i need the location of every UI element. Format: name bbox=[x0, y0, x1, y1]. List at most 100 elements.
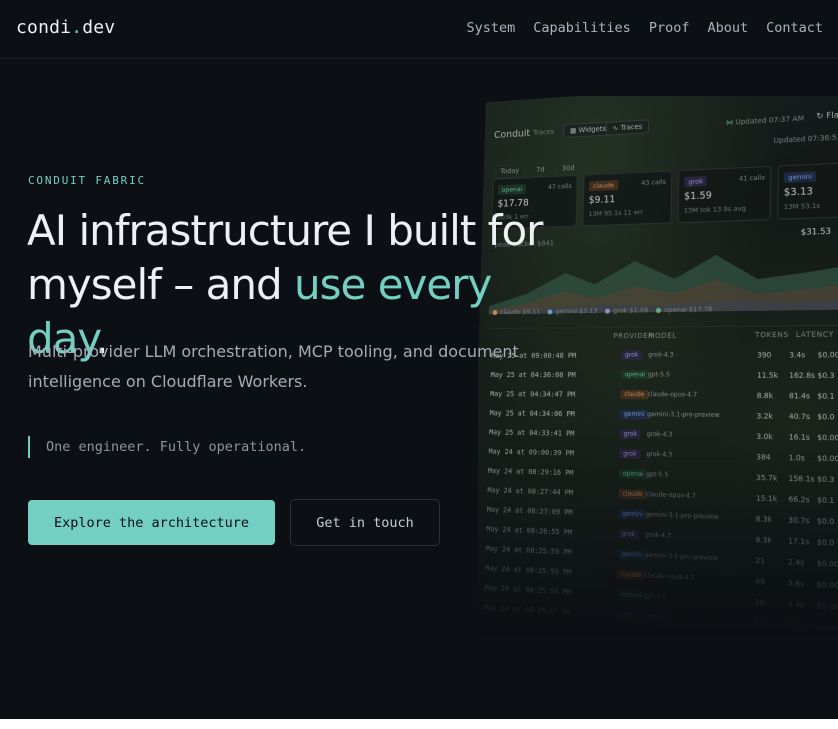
legend-swatch bbox=[605, 308, 610, 313]
provider-badge: gemini bbox=[784, 171, 816, 183]
trace-provider: gemini bbox=[617, 549, 646, 560]
trace-tokens: 11.5k bbox=[757, 371, 778, 380]
trace-tokens: 8.8k bbox=[757, 392, 773, 401]
trace-model: claude-opus-4.7 bbox=[646, 491, 696, 500]
card-subtext: 13M 95.1s 11 err bbox=[588, 208, 643, 218]
trace-cost: $0.000 bbox=[818, 351, 838, 360]
card-subtext: 13M tok 13.9s avg bbox=[684, 204, 746, 215]
trace-latency: 3.6s bbox=[788, 579, 804, 589]
trace-timestamp: May 25 at 04:34:06 PM bbox=[490, 409, 575, 418]
trace-tokens: 15.1k bbox=[756, 494, 777, 503]
trace-provider: gemini bbox=[620, 410, 649, 420]
updated-text: Updated 07:37 AM bbox=[735, 114, 804, 126]
trace-cost: $0.0 bbox=[817, 517, 834, 526]
trace-cost: $0.000 bbox=[817, 454, 838, 463]
trace-model: gemini-3.1-pro-preview bbox=[647, 411, 720, 419]
trace-latency: 158.1s bbox=[788, 474, 814, 483]
range-30d: 30d bbox=[556, 161, 581, 176]
trace-model: gpt-5.5 bbox=[644, 592, 667, 601]
trace-model: gpt-5.5 bbox=[646, 471, 668, 479]
trace-tokens: 8.3k bbox=[756, 515, 772, 524]
trace-provider: claude bbox=[620, 390, 648, 400]
get-in-touch-button[interactable]: Get in touch bbox=[290, 499, 440, 546]
trace-tokens: 30 bbox=[755, 619, 765, 628]
trace-latency: 81.4s bbox=[789, 392, 810, 401]
trace-latency: 40.7s bbox=[789, 412, 810, 421]
logo-name: condi bbox=[16, 17, 71, 38]
col-model: MODEL bbox=[648, 332, 676, 341]
range-today: Today bbox=[495, 164, 525, 179]
trace-tokens: 26 bbox=[755, 598, 765, 607]
trace-model: grok-4.3 bbox=[645, 531, 671, 540]
trace-timestamp: May 24 at 08:27:09 PM bbox=[487, 506, 573, 517]
trace-provider: openai bbox=[619, 469, 648, 479]
trace-timestamp: May 24 at 08:25:59 PM bbox=[485, 564, 571, 577]
nav-link-proof[interactable]: Proof bbox=[649, 20, 690, 36]
traces-tab-label: Traces bbox=[620, 123, 642, 132]
card-calls: 41 calls bbox=[739, 173, 765, 182]
trace-timestamp: May 25 at 04:33:41 PM bbox=[489, 428, 574, 438]
trace-latency: 162.8s bbox=[789, 371, 815, 380]
trace-cost: $0.0 bbox=[817, 413, 834, 422]
card-amount: $3.13 bbox=[784, 186, 813, 199]
trace-row: May 25 at 04:36:08 PM openai gpt-5.5 11.5k 1… bbox=[487, 367, 838, 388]
traces-table-body: May 25 at 09:00:48 PM grok grok-4.3 390 3.4s… bbox=[480, 346, 838, 643]
trace-model: grok-4.3 bbox=[647, 431, 673, 439]
trace-tokens: 35.7k bbox=[756, 474, 777, 483]
nav-link-contact[interactable]: Contact bbox=[766, 20, 823, 36]
trace-tokens: 3.0k bbox=[756, 432, 772, 441]
trace-model: gemini-3.1-pro-preview bbox=[645, 511, 718, 521]
site-logo[interactable]: condi.dev bbox=[16, 17, 115, 38]
provider-card: claude 43 calls $9.11 13M 95.1s 11 err bbox=[582, 170, 672, 226]
card-calls: 43 calls bbox=[641, 178, 666, 187]
trace-latency: 1.0s bbox=[788, 621, 804, 631]
nav-link-capabilities[interactable]: Capabilities bbox=[533, 20, 631, 36]
provider-badge: openai bbox=[498, 184, 526, 195]
trace-latency: 17.1s bbox=[788, 537, 809, 547]
provider-card: gemini $3.13 13M 53.1s bbox=[777, 161, 838, 220]
refresh-icon: ↻ bbox=[816, 111, 823, 121]
dashboard-traces-label: Traces bbox=[533, 128, 554, 137]
col-latency: LATENCY bbox=[796, 330, 834, 339]
trace-provider: grok bbox=[619, 429, 641, 439]
trace-model: claude-opus-4.7 bbox=[647, 391, 697, 399]
dashboard-flat: ↻ Flat bbox=[816, 110, 838, 121]
provider-badge: claude bbox=[589, 180, 618, 191]
trace-cost: $0.004 bbox=[817, 433, 838, 442]
trace-timestamp: May 24 at 08:27:44 PM bbox=[487, 486, 573, 497]
card-subtext: 13M 53.1s bbox=[784, 201, 820, 211]
trace-model: grok-4.3 bbox=[644, 613, 670, 622]
trace-cost: $0.3 bbox=[817, 475, 834, 484]
trace-tokens: 3.2k bbox=[757, 412, 773, 421]
page: condi.dev System Capabilities Proof Abou… bbox=[0, 0, 838, 719]
card-amount: $1.59 bbox=[684, 190, 712, 202]
trace-cost: $0.1 bbox=[817, 392, 834, 401]
dashboard-preview: Conduit Traces ▦ Widgets ∿ Traces ⋈ Upda… bbox=[478, 96, 838, 636]
trace-tokens: 384 bbox=[756, 453, 770, 462]
nav-link-system[interactable]: System bbox=[466, 20, 515, 36]
top-nav: condi.dev System Capabilities Proof Abou… bbox=[0, 0, 838, 59]
dashboard-updated: ⋈ Updated 07:37 AM bbox=[726, 114, 804, 127]
nav-link-about[interactable]: About bbox=[707, 20, 748, 36]
trace-cost: $0.000 bbox=[817, 559, 838, 569]
trace-timestamp: May 24 at 08:26:55 PM bbox=[486, 525, 572, 537]
trace-model: gpt-5.5 bbox=[648, 371, 670, 378]
trace-model: gemini-3.1-pro-preview bbox=[645, 552, 718, 563]
trace-tokens: 21 bbox=[755, 556, 765, 565]
nav-links: System Capabilities Proof About Contact bbox=[466, 20, 823, 36]
trace-latency: 2.4s bbox=[788, 558, 804, 568]
trace-timestamp: May 24 at 08:25:59 PM bbox=[486, 545, 572, 557]
trace-provider: claude bbox=[617, 569, 646, 580]
trace-timestamp: May 24 at 08:25:57 PM bbox=[484, 603, 570, 617]
provider-badge: grok bbox=[684, 176, 707, 187]
trace-cost: $0.000 bbox=[816, 623, 838, 634]
logo-tld: dev bbox=[82, 17, 115, 38]
legend-swatch bbox=[656, 307, 661, 312]
legend-item: grok $1.59 bbox=[605, 306, 648, 315]
flat-text: Flat bbox=[826, 110, 838, 120]
trace-provider: grok bbox=[616, 610, 638, 621]
trace-provider: grok bbox=[618, 529, 640, 539]
explore-architecture-button[interactable]: Explore the architecture bbox=[28, 500, 275, 545]
trace-model: claude-opus-4.7 bbox=[644, 572, 694, 582]
live-icon: ⋈ bbox=[726, 118, 733, 127]
